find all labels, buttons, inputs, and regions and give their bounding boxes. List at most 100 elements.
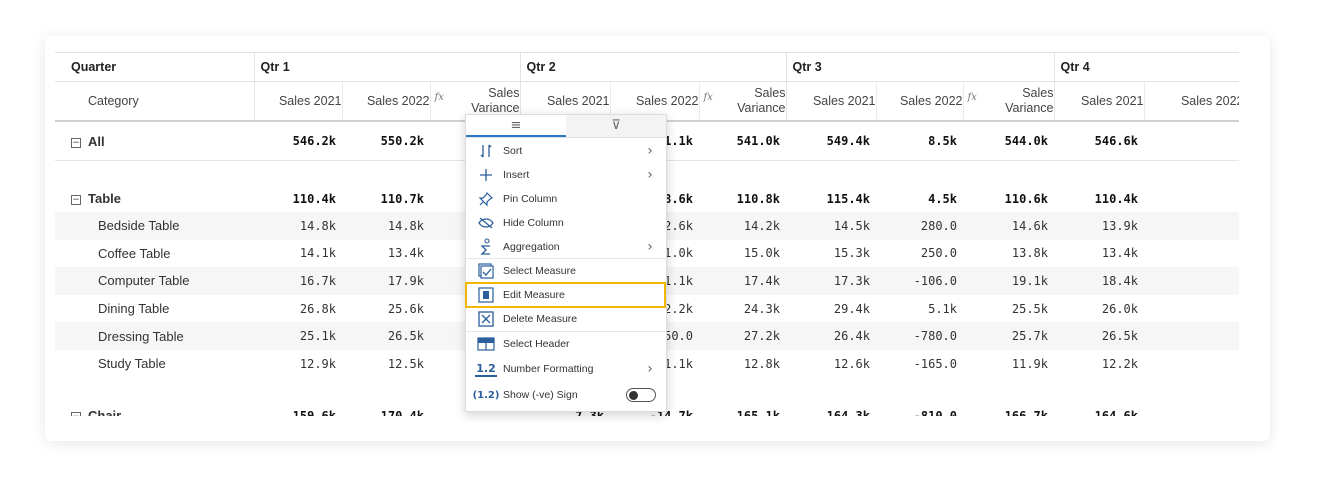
table-cell: 14.2k [699,212,786,240]
group-label[interactable]: − Chair [55,378,254,416]
table-cell [1144,240,1239,268]
menu-item-select-measure[interactable]: Select Measure [466,259,666,283]
group-label[interactable]: − All [55,121,254,161]
table-cell: 16.7k [254,267,342,295]
row-label: Bedside Table [98,218,180,234]
menu-item-hide-column[interactable]: Hide Column [466,211,666,235]
table-cell: 115.4k [826,192,870,206]
menu-item-select-header[interactable]: Select Header [466,332,666,356]
table-cell: 11.9k [1011,356,1048,371]
table-cell: 14.8k [342,212,430,240]
collapse-icon[interactable]: − [71,137,81,148]
table-cell [1144,267,1239,295]
chevron-right-icon: › [647,143,653,159]
number-format-icon: 1.2 [475,361,497,377]
table-cell: -810.0 [913,408,957,416]
qtr-3-header[interactable]: Qtr 3 [785,52,1054,82]
menu-item-label: Sort [503,145,523,157]
category-label: Coffee Table [55,240,254,268]
table-cell [1144,350,1239,378]
table-cell: 27.2k [699,322,786,350]
chevron-right-icon: › [647,167,653,183]
category-label: Dressing Table [55,322,254,350]
pin-icon [475,190,497,208]
table-cell: 14.6k [963,212,1054,240]
group-label[interactable]: − Table [55,161,254,213]
menu-item-label: Number Formatting [503,363,594,375]
table-cell: 14.8k [254,212,342,240]
show-negative-sign-toggle[interactable] [626,388,656,402]
sales-variance-header[interactable]: fx Sales Variance [962,81,1054,122]
row-label: Coffee Table [98,245,171,261]
menu-item-label: Select Header [503,338,570,350]
table-cell: 26.8k [299,301,336,316]
sales-2021-header[interactable]: Sales 2021 [785,81,876,122]
collapse-icon[interactable]: − [71,411,81,416]
table-cell [1144,212,1239,240]
qtr-2-header[interactable]: Qtr 2 [519,52,786,82]
table-cell: 17.4k [699,267,786,295]
table-cell [1144,161,1239,213]
filter-icon: ⊽ [611,118,621,133]
menu-tab-filter[interactable]: ⊽ [566,115,666,137]
sales-2022-header[interactable]: Sales 2022 [875,81,963,122]
menu-item-label: Delete Measure [503,313,578,325]
table-cell: -165.0 [913,356,957,371]
table-cell: 12.9k [299,356,336,371]
menu-item-label: Edit Measure [503,289,565,301]
menu-item-label: Pin Column [503,193,558,205]
sort-icon [475,142,497,160]
table-cell: 18.4k [1054,267,1144,295]
category-header-label: Category [55,81,254,122]
category-label: Bedside Table [55,212,254,240]
menu-item-show-ve-sign[interactable]: (1.2) Show (-ve) Sign [466,383,666,407]
table-cell: 110.4k [292,192,336,206]
table-cell: 164.6k [1094,408,1138,416]
row-label: All [88,133,105,149]
menu-item-number-formatting[interactable]: 1.2 Number Formatting › [466,357,666,381]
table-cell [1144,378,1239,416]
table-cell: 17.9k [342,267,430,295]
table-cell: 26.4k [786,322,876,350]
menu-item-label: Show (-ve) Sign [503,389,578,401]
delete-box-icon [475,310,497,328]
menu-item-label: Hide Column [503,217,564,229]
collapse-icon[interactable]: − [71,195,81,205]
menu-item-edit-measure[interactable]: Edit Measure [466,283,666,307]
category-label: Computer Table [55,267,254,295]
menu-item-label: Insert [503,169,530,181]
table-cell: 13.8k [1011,246,1048,261]
table-cell: 25.5k [1011,301,1048,316]
menu-item-pin-column[interactable]: Pin Column [466,187,666,211]
menu-item-delete-measure[interactable]: Delete Measure [466,307,666,331]
table-cell: 19.1k [963,267,1054,295]
fx-icon: fx [434,92,444,103]
hamburger-icon: ≡ [510,118,522,133]
plus-icon [475,166,497,184]
table-cell: 15.3k [833,246,870,261]
menu-item-aggregation[interactable]: Aggregation › [466,235,666,259]
table-cell: 12.2k [1101,356,1138,371]
column-context-menu: ≡ ⊽ Sort › Insert › Pin Column Hide Column Agg… [465,114,667,412]
menu-item-insert[interactable]: Insert › [466,163,666,187]
fx-icon: fx [967,92,977,103]
table-cell: -106.0 [876,267,963,295]
table-cell: 13.9k [1054,212,1144,240]
table-cell: 159.6k [292,408,336,416]
chevron-right-icon: › [647,361,653,377]
eye-slash-icon [475,214,497,232]
menu-tab-options[interactable]: ≡ [466,115,566,137]
sales-2021-header[interactable]: Sales 2021 [253,81,342,122]
sales-2021-header[interactable]: Sales 2021 [1053,81,1144,122]
table-cell [1144,322,1239,350]
table-cell: 26.0k [1101,301,1138,316]
sales-2022-header[interactable]: Sales 2022 [1143,81,1239,122]
category-label: Dining Table [55,295,254,323]
sales-variance-header[interactable]: fx Sales Variance [698,81,786,122]
table-cell: 110.6k [1004,192,1048,206]
qtr-1-header[interactable]: Qtr 1 [253,52,520,82]
variance-line1: Sales [754,86,786,100]
menu-item-sort[interactable]: Sort › [466,139,666,163]
qtr-4-header[interactable]: Qtr 4 [1053,52,1239,82]
sales-2022-header[interactable]: Sales 2022 [341,81,430,122]
